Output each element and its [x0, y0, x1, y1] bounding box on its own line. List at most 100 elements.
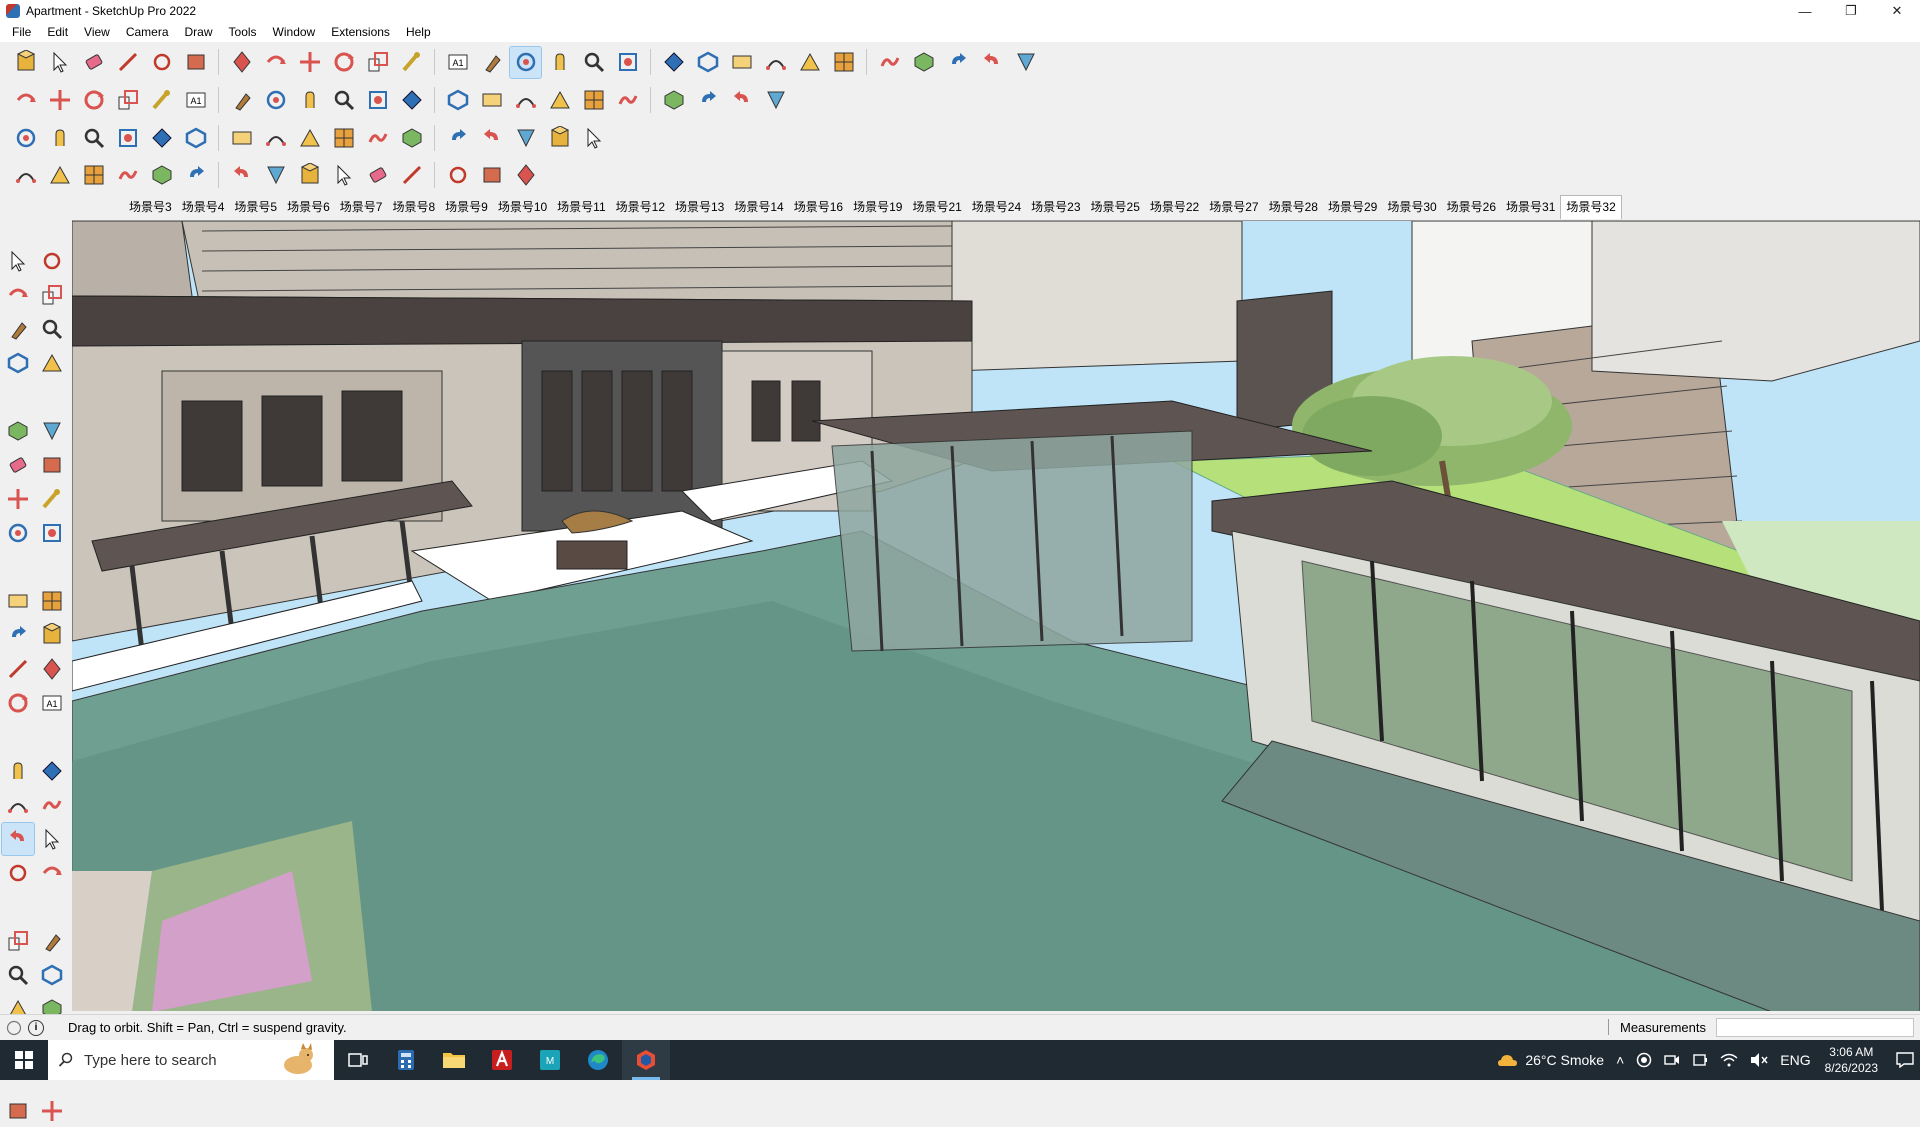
scene-tab[interactable]: 场景号12: [611, 198, 670, 219]
scene-tab[interactable]: 场景号25: [1086, 198, 1145, 219]
wireframe-tool-icon[interactable]: [2, 1095, 34, 1127]
weather-icon[interactable]: [1497, 1051, 1519, 1069]
panel-icon[interactable]: [578, 123, 609, 154]
scene-tab[interactable]: 场景号11: [552, 198, 610, 219]
scene-tab[interactable]: 场景号13: [670, 198, 729, 219]
beam-icon[interactable]: [442, 160, 473, 191]
hidden-line-tool-icon[interactable]: [36, 1095, 68, 1127]
chamfer-icon[interactable]: [476, 123, 507, 154]
start-button[interactable]: [0, 1040, 48, 1080]
zoom-window-tool-icon[interactable]: [36, 857, 68, 889]
menu-window[interactable]: Window: [265, 25, 324, 39]
orbit-tool-icon[interactable]: [1, 822, 35, 856]
line-icon[interactable]: [2, 347, 34, 379]
look-around-icon[interactable]: [36, 959, 68, 991]
truss-icon[interactable]: [510, 160, 541, 191]
scene-tab[interactable]: 场景号4: [177, 198, 230, 219]
eraser-icon[interactable]: [78, 47, 109, 78]
scene-tab[interactable]: 场景号16: [789, 198, 848, 219]
scene-tab[interactable]: 场景号8: [387, 198, 440, 219]
pan-tool-icon[interactable]: [36, 823, 68, 855]
tape-measure-icon[interactable]: [396, 47, 427, 78]
eraser-icon[interactable]: [36, 279, 68, 311]
volume-muted-icon[interactable]: [1750, 1052, 1768, 1068]
fence-icon[interactable]: [328, 160, 359, 191]
scene-tab[interactable]: 场景号26: [1442, 198, 1501, 219]
rotate-icon[interactable]: [328, 47, 359, 78]
offset-icon[interactable]: [36, 653, 68, 685]
scene-tab[interactable]: 场景号24: [967, 198, 1026, 219]
front-view-icon[interactable]: [78, 85, 109, 116]
geo-location-icon[interactable]: [6, 1020, 22, 1036]
push-pull-icon[interactable]: [36, 585, 68, 617]
torus-icon[interactable]: [362, 123, 393, 154]
tape-measure-icon[interactable]: [2, 687, 34, 719]
axes-icon[interactable]: [908, 47, 939, 78]
taskbar-search[interactable]: Type here to search: [48, 1040, 334, 1080]
yellow-plane-icon[interactable]: [44, 123, 75, 154]
follow-me-icon[interactable]: [36, 619, 68, 651]
solid-subtract-icon[interactable]: [294, 85, 325, 116]
freehand-icon[interactable]: [146, 47, 177, 78]
push-pull-icon[interactable]: [226, 47, 257, 78]
stair-icon[interactable]: [260, 160, 291, 191]
menu-file[interactable]: File: [4, 25, 39, 39]
column-icon[interactable]: [476, 160, 507, 191]
plus-icon[interactable]: [260, 123, 291, 154]
scene-tab[interactable]: 场景号3: [124, 198, 177, 219]
warehouse-icon[interactable]: [510, 85, 541, 116]
two-point-arc-icon[interactable]: [2, 517, 34, 549]
zoom-extents-icon[interactable]: [10, 47, 41, 78]
orbit-icon[interactable]: [36, 245, 68, 277]
menu-camera[interactable]: Camera: [118, 25, 177, 39]
roof-icon[interactable]: [396, 160, 427, 191]
zoom-icon[interactable]: [578, 47, 609, 78]
hidden-line-icon[interactable]: [760, 47, 791, 78]
circle-icon[interactable]: [2, 449, 34, 481]
wireframe-icon[interactable]: [726, 47, 757, 78]
previous-view-icon[interactable]: [36, 925, 68, 957]
pan-icon[interactable]: [544, 47, 575, 78]
outer-shell-icon[interactable]: [396, 85, 427, 116]
3d-text-icon[interactable]: [36, 789, 68, 821]
minimize-button[interactable]: —: [1782, 0, 1828, 22]
zoom-tool-icon[interactable]: [2, 857, 34, 889]
rectangle-icon[interactable]: [2, 415, 34, 447]
fillet-icon[interactable]: [442, 123, 473, 154]
model-viewport[interactable]: [72, 220, 1920, 1011]
menu-edit[interactable]: Edit: [39, 25, 76, 39]
three-point-arc-icon[interactable]: [36, 517, 68, 549]
extension-icon[interactable]: [544, 85, 575, 116]
flip-icon[interactable]: [226, 123, 257, 154]
select-icon[interactable]: [2, 245, 34, 277]
axes-icon[interactable]: [2, 789, 34, 821]
component-icon[interactable]: [760, 85, 791, 116]
move-icon[interactable]: [2, 585, 34, 617]
menu-tools[interactable]: Tools: [221, 25, 265, 39]
xray-icon[interactable]: [658, 47, 689, 78]
tape-icon[interactable]: [36, 313, 68, 345]
meet-now-icon[interactable]: [1664, 1052, 1680, 1068]
right-view-icon[interactable]: [112, 85, 143, 116]
scene-tab[interactable]: 场景号27: [1204, 198, 1263, 219]
scene-tab[interactable]: 场景号29: [1323, 198, 1382, 219]
sandbox-icon[interactable]: [1010, 47, 1041, 78]
pencil-icon[interactable]: [112, 47, 143, 78]
paint-bucket-icon[interactable]: [2, 279, 34, 311]
battery-icon[interactable]: [1692, 1052, 1708, 1068]
menu-extensions[interactable]: Extensions: [323, 25, 398, 39]
taskbar-3dsmax[interactable]: M: [526, 1040, 574, 1080]
arc-icon[interactable]: [578, 85, 609, 116]
scene-tab[interactable]: 场景号7: [335, 198, 388, 219]
display-section-icon[interactable]: [874, 47, 905, 78]
array-icon[interactable]: [510, 123, 541, 154]
record-icon[interactable]: [1636, 1052, 1652, 1068]
material-icon[interactable]: [726, 85, 757, 116]
polygon-icon[interactable]: [36, 449, 68, 481]
grid-icon[interactable]: [112, 123, 143, 154]
move-icon[interactable]: [294, 47, 325, 78]
taskbar-edge[interactable]: [574, 1040, 622, 1080]
weather-text[interactable]: 26°C Smoke: [1525, 1052, 1604, 1068]
menu-help[interactable]: Help: [398, 25, 439, 39]
back-edges-icon[interactable]: [692, 47, 723, 78]
